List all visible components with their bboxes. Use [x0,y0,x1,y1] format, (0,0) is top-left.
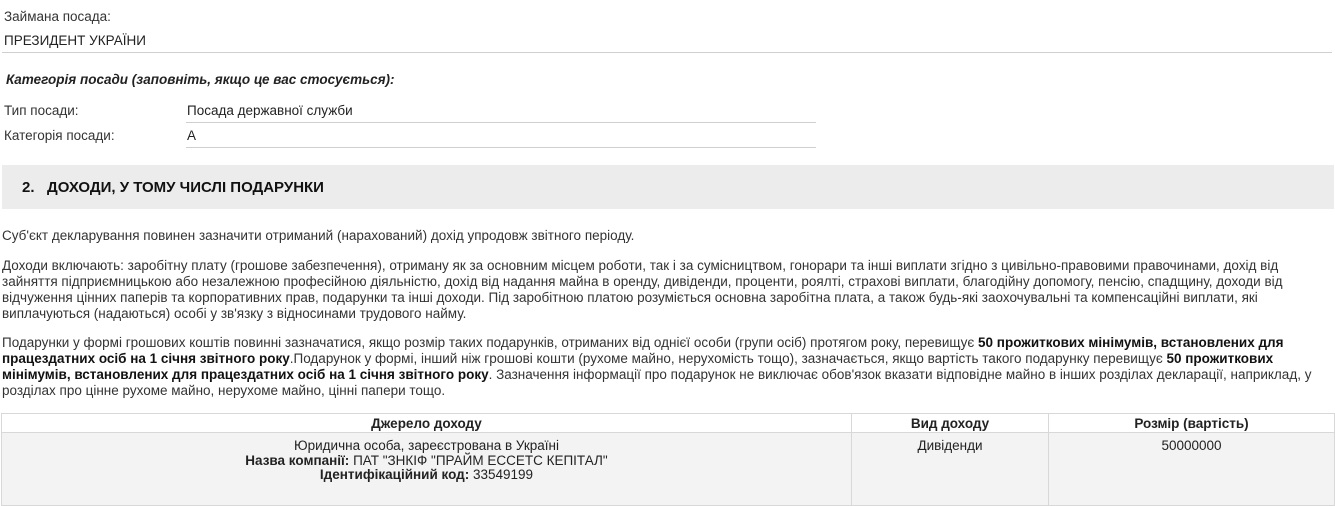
table-header-row: Джерело доходу Вид доходу Розмір (вартіс… [1,413,1335,433]
income-amount-cell: 50000000 [1048,432,1335,506]
position-type-divider [186,122,816,123]
position-category-divider [186,147,816,148]
table-row: Юридична особа, зареєстрована в Україні … [1,432,1335,506]
income-table: Джерело доходу Вид доходу Розмір (вартіс… [1,413,1335,506]
income-definition-paragraph: Доходи включають: заробітну плату (грошо… [2,258,1283,321]
position-category-label: Категорія посади: [4,128,115,143]
category-title: Категорія посади (заповніть, якщо це вас… [6,72,395,87]
section-number: 2. [22,179,35,196]
header-income-amount: Розмір (вартість) [1048,413,1335,433]
code-value: 33549199 [472,467,534,482]
source-company: Назва компанії: ПАТ "ЗНКІФ "ПРАЙМ ЕССЕТС… [4,452,849,469]
position-divider [2,52,1332,53]
position-type-value: Посада державної служби [187,103,353,118]
gifts-text-1: Подарунки у формі грошових коштів повинн… [2,335,979,350]
company-label: Назва компанії: [245,452,350,468]
position-value: ПРЕЗИДЕНТ УКРАЇНИ [4,33,146,48]
gifts-text-2: .Подарунок у формі, інший ніж грошові ко… [289,351,1167,366]
section-header: 2. ДОХОДИ, У ТОМУ ЧИСЛІ ПОДАРУНКИ [2,165,1334,209]
position-label: Займана посада: [4,9,111,24]
position-type-label: Тип посади: [4,103,79,118]
source-code: Ідентифікаційний код: 33549199 [4,467,849,483]
header-income-source: Джерело доходу [1,413,852,433]
section-title: 2. ДОХОДИ, У ТОМУ ЧИСЛІ ПОДАРУНКИ [22,179,324,196]
source-entity-type: Юридична особа, зареєстрована в Україні [293,438,560,453]
section-title-text: ДОХОДИ, У ТОМУ ЧИСЛІ ПОДАРУНКИ [47,179,324,196]
code-label: Ідентифікаційний код: [319,467,470,482]
income-source-cell: Юридична особа, зареєстрована в Україні … [1,432,852,506]
header-income-type: Вид доходу [851,413,1049,433]
position-category-value: А [187,128,197,143]
intro-paragraph: Суб'єкт декларування повинен зазначити о… [2,228,635,243]
gifts-paragraph: Подарунки у формі грошових коштів повинн… [2,335,1330,399]
income-type-cell: Дивіденди [851,432,1049,506]
company-value: ПАТ "ЗНКІФ "ПРАЙМ ЕССЕТС КЕПІТАЛ" [353,452,608,468]
